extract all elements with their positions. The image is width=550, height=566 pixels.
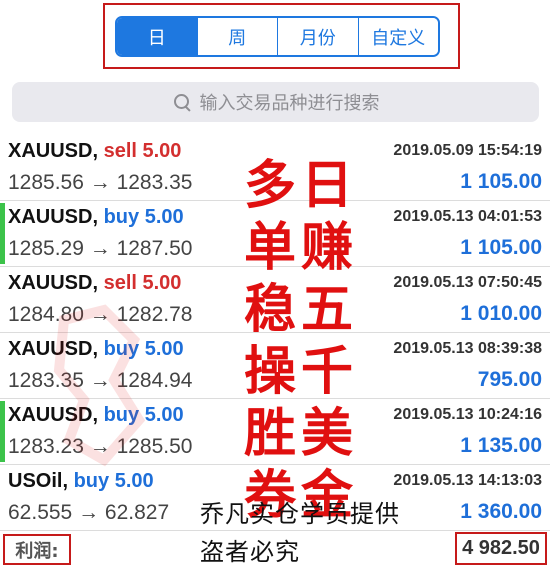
- trade-time: 2019.05.13 14:13:03: [393, 472, 542, 489]
- trade-profit: 1 135.00: [460, 434, 542, 457]
- trade-symbol-line: USOil, buy 5.00: [8, 470, 154, 493]
- tab-week[interactable]: 周: [196, 18, 277, 55]
- trade-time: 2019.05.13 08:39:38: [393, 340, 542, 357]
- trade-time: 2019.05.09 15:54:19: [393, 142, 542, 159]
- trade-profit: 1 010.00: [460, 302, 542, 325]
- tab-month[interactable]: 月份: [277, 18, 358, 55]
- trade-prices: 1285.29 → 1287.50: [8, 237, 193, 260]
- overlay-credit-line: 盗者必究: [200, 538, 300, 566]
- trade-time: 2019.05.13 10:24:16: [393, 406, 542, 423]
- trade-symbol: XAUUSD,: [8, 206, 99, 228]
- overlay-char: 美: [300, 403, 353, 464]
- trade-symbol: XAUUSD,: [8, 272, 99, 294]
- overlay-char: 五: [300, 279, 353, 340]
- trade-side: buy 5.00: [103, 206, 184, 228]
- trade-symbol-line: XAUUSD, sell 5.00: [8, 140, 181, 163]
- trade-prices: 1285.56 → 1283.35: [8, 171, 193, 194]
- trade-side: sell 5.00: [103, 140, 182, 162]
- period-segmented-control: 日 周 月份 自定义: [115, 16, 440, 57]
- overlay-char: 赚: [300, 217, 353, 278]
- watermark-stamp: [53, 304, 146, 467]
- overlay-credit-line: 乔凡实仓学员提供: [200, 500, 400, 528]
- overlay-char: 日: [300, 155, 353, 216]
- search-placeholder: 输入交易品种进行搜索: [199, 93, 380, 114]
- search-input[interactable]: 输入交易品种进行搜索: [12, 82, 539, 122]
- trade-side: buy 5.00: [73, 470, 154, 492]
- trade-symbol: USOil,: [8, 470, 69, 492]
- profit-label: 利润:: [3, 534, 71, 565]
- trade-prices: 62.555 → 62.827: [8, 501, 170, 524]
- overlay-char: 千: [300, 341, 353, 402]
- profit-total: 4 982.50: [455, 532, 547, 565]
- period-selector-frame: 日 周 月份 自定义: [103, 3, 460, 69]
- trade-time: 2019.05.13 07:50:45: [393, 274, 542, 291]
- trade-time: 2019.05.13 04:01:53: [393, 208, 542, 225]
- trade-symbol: XAUUSD,: [8, 140, 99, 162]
- trade-profit: 1 105.00: [460, 170, 542, 193]
- tab-day[interactable]: 日: [117, 18, 197, 55]
- trade-profit: 1 105.00: [460, 236, 542, 259]
- trade-profit: 1 360.00: [460, 500, 542, 523]
- trade-symbol-line: XAUUSD, sell 5.00: [8, 272, 181, 295]
- trade-profit: 795.00: [477, 368, 542, 391]
- search-icon: [172, 92, 192, 112]
- trade-side: sell 5.00: [103, 272, 182, 294]
- trade-symbol-line: XAUUSD, buy 5.00: [8, 206, 184, 229]
- tab-custom[interactable]: 自定义: [357, 18, 438, 55]
- overlay-text-column-right: 日 赚 五 千 美 金: [294, 155, 360, 527]
